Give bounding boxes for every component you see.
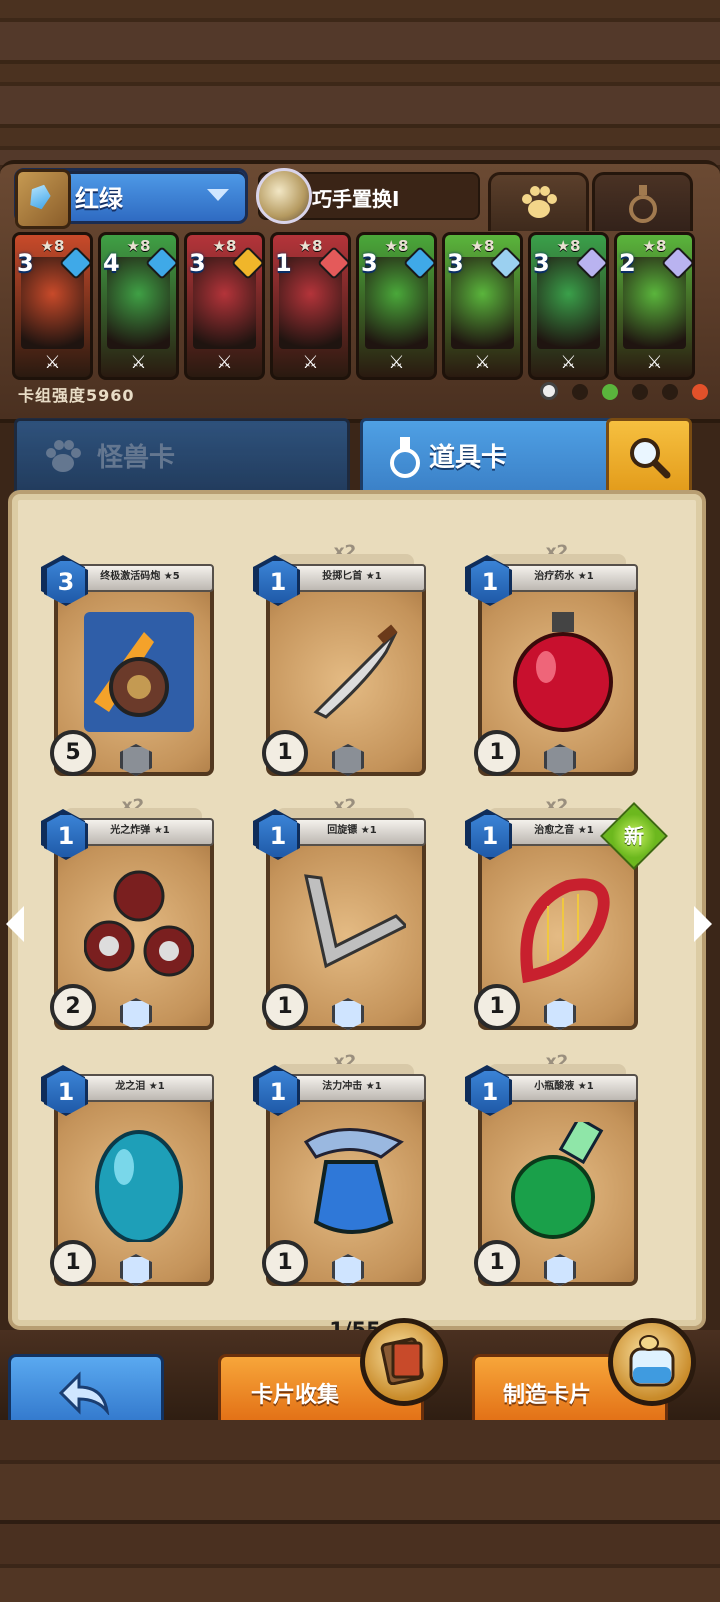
deck-card-cost: 1 (275, 249, 292, 277)
nature-element-icon (602, 384, 619, 400)
card-stat: 1 (262, 730, 308, 776)
deck-card-cost: 4 (103, 249, 120, 277)
card-title: 回旋镖 ★1 (278, 818, 426, 846)
hero-skill[interactable]: 巧手置换I (256, 168, 480, 224)
back-arrow-icon (58, 1371, 110, 1415)
sword-icon: ⚔ (646, 352, 663, 373)
card-stat: 1 (262, 984, 308, 1030)
bombs-art-icon (83, 866, 195, 977)
search-icon (630, 438, 671, 479)
cannon-art-icon (84, 612, 194, 732)
deck-card-cost: 2 (619, 249, 636, 277)
deck-card-slot[interactable]: ★8 2 ⚔ (614, 232, 695, 380)
tab-monster-cards[interactable]: 怪兽卡 (14, 418, 350, 498)
element-indicators (540, 382, 717, 404)
next-page-button[interactable] (694, 906, 712, 942)
deck-card-slot[interactable]: ★8 3 ⚔ (528, 232, 609, 380)
potion-icon (390, 437, 420, 478)
deck-power: 卡组强度5960 (18, 386, 135, 405)
deck-card-cost: 3 (17, 249, 34, 277)
paw-icon (46, 440, 81, 472)
paw-icon (491, 185, 586, 225)
card-stat: 1 (474, 1240, 520, 1286)
top-wood-background (0, 0, 720, 165)
tab-item-label: 道具卡 (429, 443, 508, 473)
mana-art-icon (296, 1122, 404, 1234)
deck-card-cost: 3 (189, 249, 206, 277)
tab-monster-label: 怪兽卡 (97, 443, 176, 473)
sword-icon: ⚔ (560, 352, 577, 373)
card-title: 龙之泪 ★1 (66, 1074, 214, 1102)
deck-card-slot[interactable]: ★8 3 ⚔ (12, 232, 93, 380)
card-title: 法力冲击 ★1 (278, 1074, 426, 1102)
acid-art-icon (508, 1115, 604, 1239)
sword-icon: ⚔ (130, 352, 147, 373)
deck-card-slot[interactable]: ★8 3 ⚔ (356, 232, 437, 380)
card-stat: 1 (50, 1240, 96, 1286)
harp-art-icon (508, 866, 610, 984)
card-collection-label: 卡片收集 (251, 1383, 340, 1408)
tab-item-cards[interactable]: 道具卡 (360, 418, 616, 498)
search-button[interactable] (606, 418, 692, 498)
fire-element-icon (692, 384, 709, 400)
item-card[interactable]: 终极激活码炮 ★5 3 5 (41, 548, 222, 776)
deck-name: 红绿 (75, 185, 123, 213)
deck-card-slot[interactable]: ★8 1 ⚔ (270, 232, 351, 380)
item-card[interactable]: x2 小瓶酸液 ★1 1 1 (465, 1052, 646, 1286)
prev-page-button[interactable] (6, 906, 24, 942)
dark-element-icon (572, 384, 589, 400)
item-card[interactable]: x2 光之炸弹 ★1 1 2 (41, 796, 222, 1030)
card-stat: 2 (50, 984, 96, 1030)
deck-card-cost: 3 (533, 249, 550, 277)
deck-selector[interactable]: 红绿 (14, 168, 248, 229)
card-title: 小瓶酸液 ★1 (490, 1074, 638, 1102)
water-element-icon (632, 384, 649, 400)
item-card[interactable]: x2 投掷匕首 ★1 1 1 (253, 542, 434, 776)
item-card[interactable]: x2 法力冲击 ★1 1 1 (253, 1052, 434, 1286)
card-book-icon (360, 1318, 448, 1406)
hero-skill-label: 巧手置换I (312, 187, 400, 211)
craft-card-label: 制造卡片 (503, 1383, 592, 1408)
potion-icon (595, 183, 690, 227)
deck-book-icon (15, 169, 71, 229)
sword-icon: ⚔ (388, 352, 405, 373)
dagger-art-icon (296, 612, 398, 722)
paw-jar-icon (608, 1318, 696, 1406)
sword-icon: ⚔ (216, 352, 233, 373)
card-title: 终极激活码炮 ★5 (66, 564, 214, 592)
item-card[interactable]: 龙之泪 ★1 1 1 (41, 1058, 222, 1286)
shadow-element-icon (662, 384, 679, 400)
card-stat: 5 (50, 730, 96, 776)
item-card[interactable]: x2 回旋镖 ★1 1 1 (253, 796, 434, 1030)
sword-icon: ⚔ (302, 352, 319, 373)
deck-card-slot[interactable]: ★8 3 ⚔ (184, 232, 265, 380)
card-stat: 1 (474, 984, 520, 1030)
card-title: 投掷匕首 ★1 (278, 564, 426, 592)
chevron-down-icon (207, 189, 229, 201)
card-title: 治疗药水 ★1 (490, 564, 638, 592)
deck-card-slot[interactable]: ★8 4 ⚔ (98, 232, 179, 380)
new-badge-label: 新 (624, 824, 644, 848)
deck-card-cost: 3 (361, 249, 378, 277)
neutral-element-icon (540, 382, 558, 400)
sword-icon: ⚔ (44, 352, 61, 373)
tab-item-deck[interactable] (592, 172, 693, 231)
egg-art-icon (84, 1122, 183, 1244)
potion-art-icon (508, 612, 613, 732)
card-stat: 1 (474, 730, 520, 776)
boomerang-art-icon (296, 866, 409, 976)
tab-monster-deck[interactable] (488, 172, 589, 231)
item-card[interactable]: x2 治疗药水 ★1 1 1 (465, 542, 646, 776)
sword-icon: ⚔ (474, 352, 491, 373)
floor-background (0, 1420, 720, 1602)
deck-card-slot[interactable]: ★8 3 ⚔ (442, 232, 523, 380)
card-stat: 1 (262, 1240, 308, 1286)
hero-avatar (256, 168, 312, 224)
card-title: 光之炸弹 ★1 (66, 818, 214, 846)
deck-card-cost: 3 (447, 249, 464, 277)
